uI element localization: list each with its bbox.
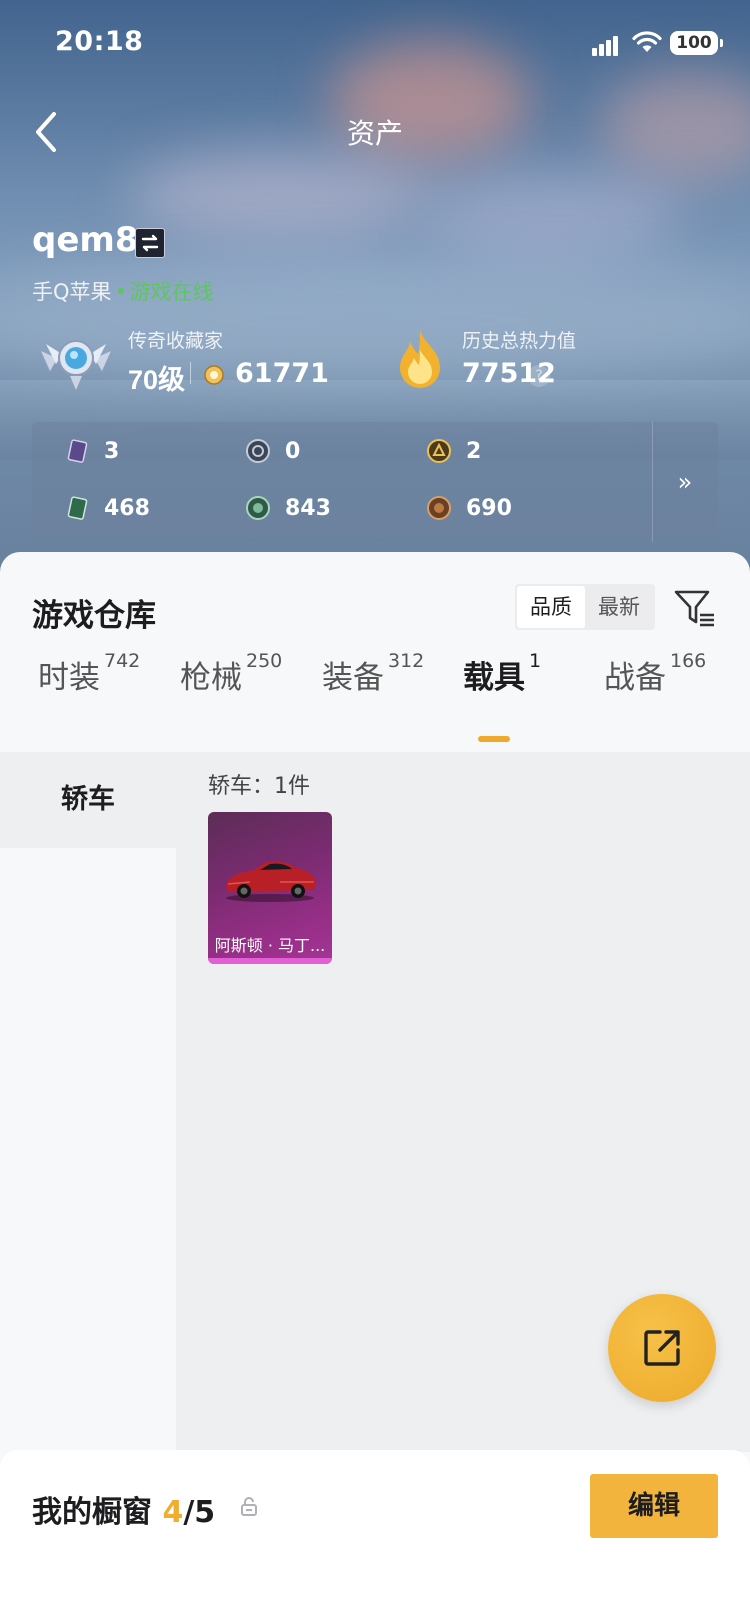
- filter-icon[interactable]: [672, 586, 716, 630]
- heat-label: 历史总热力值: [462, 330, 577, 352]
- tab-label: 战备: [604, 660, 666, 696]
- stat-item: 690: [426, 493, 512, 523]
- collector-title: 传奇收藏家: [128, 330, 224, 352]
- lock-icon: [241, 1497, 257, 1516]
- collector-medal-icon: [39, 340, 113, 390]
- signal-icon: [592, 34, 624, 56]
- help-icon[interactable]: ?: [528, 365, 550, 387]
- switch-account-icon[interactable]: [135, 228, 165, 258]
- sort-quality[interactable]: 品质: [517, 586, 585, 628]
- collector-level: 70级: [128, 365, 186, 395]
- stats-more-button[interactable]: »: [652, 422, 718, 542]
- tab-count: 742: [104, 650, 141, 672]
- stat-value: 843: [285, 495, 331, 521]
- purple-card-icon: [67, 439, 88, 463]
- share-button[interactable]: [608, 1294, 716, 1402]
- collection-points: 61771: [235, 358, 329, 389]
- category-count: 轿车：1件: [208, 774, 310, 799]
- stat-item: 2: [426, 436, 481, 466]
- tab-count: 312: [388, 650, 425, 672]
- stat-value: 3: [104, 438, 120, 464]
- tab-label: 装备: [322, 660, 384, 696]
- subcategory-sidebar: [0, 752, 176, 1452]
- showcase-title: 我的橱窗 4/5: [32, 1487, 215, 1531]
- tab-label: 时装: [38, 660, 100, 696]
- tab-weapons[interactable]: 枪械 250: [180, 650, 283, 697]
- online-status: 游戏在线: [129, 280, 214, 304]
- stat-value: 2: [466, 438, 482, 464]
- online-dot-icon: [117, 288, 124, 294]
- stat-value: 690: [466, 495, 512, 521]
- showcase-bar: 我的橱窗 4/5 编辑: [0, 1450, 750, 1624]
- sort-newest[interactable]: 最新: [585, 586, 653, 628]
- silver-coin-icon: [246, 439, 270, 463]
- status-time: 20:18: [55, 26, 144, 57]
- share-icon: [644, 1330, 680, 1366]
- platform-name: 手Q苹果: [32, 280, 112, 304]
- stat-item: 468: [64, 493, 150, 523]
- bronze-coin-icon: [427, 496, 451, 520]
- car-image: [226, 861, 316, 902]
- tab-count: 1: [529, 650, 542, 672]
- tab-vehicles[interactable]: 载具 1: [463, 650, 542, 697]
- showcase-label: 我的橱窗: [32, 1495, 152, 1530]
- rarity-bar: [208, 958, 332, 964]
- green-card-icon: [67, 496, 88, 520]
- stat-value: 0: [285, 438, 301, 464]
- tab-label: 枪械: [180, 660, 242, 696]
- tab-supplies[interactable]: 战备 166: [604, 650, 707, 697]
- sidebar-item-sedan[interactable]: 轿车: [0, 752, 176, 848]
- wifi-icon: [632, 31, 662, 52]
- stat-item: 3: [64, 436, 119, 466]
- stat-item: 843: [245, 493, 331, 523]
- tab-count: 166: [670, 650, 707, 672]
- battery-icon: 100: [670, 31, 723, 55]
- collection-points-icon: [204, 365, 224, 385]
- platform-label: 手Q苹果 游戏在线: [32, 276, 214, 306]
- sort-toggle: 品质 最新: [515, 584, 655, 630]
- active-tab-indicator: [478, 736, 510, 742]
- page-title: 资产: [346, 117, 403, 150]
- gold-coin-icon: [427, 439, 451, 463]
- tab-equipment[interactable]: 装备 312: [322, 650, 425, 697]
- showcase-count-total: /5: [183, 1495, 216, 1530]
- warehouse-title: 游戏仓库: [32, 598, 156, 634]
- tab-fashion[interactable]: 时装 742: [38, 650, 141, 697]
- flame-icon: [400, 330, 440, 388]
- edit-button[interactable]: 编辑: [590, 1474, 718, 1538]
- currency-stats: 3 0 2 468 843 690 »: [32, 422, 718, 542]
- profile-header: 20:18 100 资产 qem8 手Q苹果 游戏在线 传奇收藏家 70级 617…: [0, 0, 750, 600]
- green-coin-icon: [246, 496, 270, 520]
- category-tabs: 时装 742 枪械 250 装备 312 载具 1 战备 166: [0, 650, 750, 732]
- username: qem8: [32, 220, 139, 260]
- item-name: 阿斯顿 · 马丁...: [214, 936, 326, 955]
- stat-value: 468: [104, 495, 150, 521]
- stat-item: 0: [245, 436, 300, 466]
- item-card[interactable]: 阿斯顿 · 马丁...: [208, 812, 332, 964]
- tab-count: 250: [246, 650, 283, 672]
- tab-label: 载具: [463, 660, 525, 696]
- showcase-count-current: 4: [162, 1495, 184, 1530]
